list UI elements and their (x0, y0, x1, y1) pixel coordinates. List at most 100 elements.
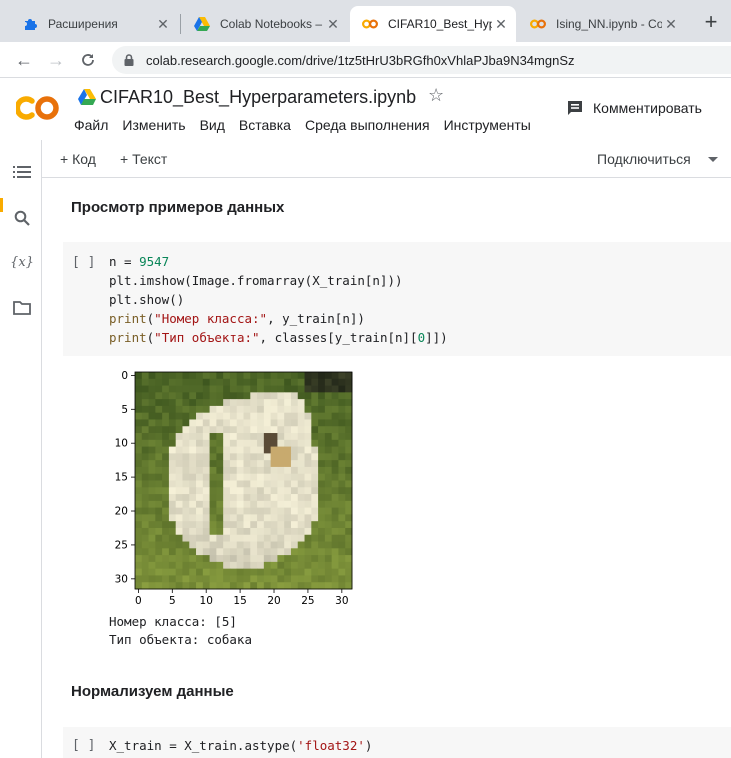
tab-cifar10[interactable]: CIFAR10_Best_Hype ✕ (350, 6, 516, 42)
menu-edit[interactable]: Изменить (122, 117, 185, 133)
image-pixel (318, 385, 326, 393)
image-pixel (223, 385, 231, 393)
menu-file[interactable]: Файл (74, 117, 108, 133)
image-pixel (263, 378, 272, 386)
star-icon[interactable]: ☆ (428, 85, 444, 106)
image-pixel (243, 426, 251, 434)
image-pixel (182, 568, 190, 576)
image-pixel (162, 433, 170, 441)
image-pixel (243, 500, 251, 509)
image-pixel (202, 480, 210, 488)
image-pixel (270, 419, 278, 427)
image-pixel (270, 582, 278, 590)
image-pixel (148, 582, 156, 590)
add-code-button[interactable]: + Код (60, 151, 96, 167)
image-pixel (175, 453, 183, 461)
image-pixel (229, 521, 238, 529)
tab-colab-notebooks[interactable]: Colab Notebooks – ✕ (182, 6, 348, 42)
search-icon[interactable] (12, 208, 32, 228)
colab-logo[interactable] (16, 93, 60, 123)
add-text-button[interactable]: + Текст (120, 151, 167, 167)
close-tab-icon[interactable]: ✕ (492, 16, 510, 33)
notebook-title[interactable]: CIFAR10_Best_Hyperparameters.ipynb (100, 87, 416, 108)
back-icon[interactable]: ← (12, 48, 36, 72)
image-pixel (250, 494, 258, 502)
image-pixel (155, 460, 163, 468)
image-pixel (196, 487, 204, 495)
image-pixel (182, 555, 190, 563)
image-pixel (324, 500, 333, 509)
image-pixel (135, 446, 143, 454)
image-pixel (290, 405, 299, 414)
variables-icon[interactable]: {x} (10, 252, 34, 272)
image-pixel (202, 575, 210, 583)
image-pixel (243, 405, 251, 414)
image-pixel (311, 575, 319, 583)
new-tab-button[interactable]: + (698, 10, 724, 36)
image-pixel (263, 399, 272, 407)
image-pixel (162, 521, 170, 529)
image-pixel (141, 439, 149, 447)
image-pixel (223, 541, 231, 549)
image-pixel (196, 500, 204, 509)
image-pixel (243, 514, 251, 522)
image-pixel (175, 399, 183, 407)
code-editor[interactable]: X_train = X_train.astype('float32') (109, 736, 372, 755)
folder-icon[interactable] (12, 298, 32, 318)
image-pixel (304, 582, 312, 590)
close-tab-icon[interactable]: ✕ (662, 16, 680, 33)
chevron-down-icon[interactable] (708, 157, 718, 162)
table-of-contents-icon[interactable] (12, 162, 32, 182)
connect-button[interactable]: Подключиться (597, 151, 691, 167)
code-cell[interactable]: [ ] n = 9547 plt.imshow(Image.fromarray(X… (63, 242, 731, 356)
run-cell-button[interactable]: [ ] (72, 738, 95, 753)
image-pixel (236, 555, 244, 563)
forward-icon[interactable]: → (44, 48, 68, 72)
image-pixel (324, 378, 333, 386)
image-pixel (311, 555, 319, 563)
code-cell[interactable]: [ ] X_train = X_train.astype('float32') (63, 727, 731, 758)
image-pixel (168, 426, 177, 434)
tab-extensions[interactable]: Расширения ✕ (10, 6, 178, 42)
image-pixel (311, 480, 319, 488)
tab-title: Colab Notebooks – (220, 17, 323, 31)
comment-button[interactable]: Комментировать (566, 99, 702, 117)
image-pixel (216, 582, 224, 590)
image-pixel (141, 385, 149, 393)
image-pixel (236, 399, 244, 407)
image-pixel (345, 426, 353, 434)
image-pixel (168, 405, 177, 414)
output-line: Тип объекта: собака (109, 632, 252, 647)
image-pixel (345, 412, 353, 420)
reload-icon[interactable] (76, 48, 100, 72)
close-tab-icon[interactable]: ✕ (324, 16, 342, 33)
close-tab-icon[interactable]: ✕ (154, 16, 172, 33)
image-pixel (182, 548, 190, 556)
run-cell-button[interactable]: [ ] (72, 255, 95, 270)
image-pixel (257, 555, 265, 563)
image-pixel (202, 514, 210, 522)
image-pixel (148, 466, 156, 475)
image-pixel (297, 378, 305, 386)
menu-tools[interactable]: Инструменты (444, 117, 531, 133)
image-pixel (202, 527, 210, 536)
menu-view[interactable]: Вид (200, 117, 225, 133)
image-pixel (290, 521, 299, 529)
image-pixel (263, 439, 272, 447)
image-pixel (135, 555, 143, 563)
menu-insert[interactable]: Вставка (239, 117, 291, 133)
comment-label: Комментировать (593, 100, 702, 116)
drive-icon[interactable] (78, 89, 96, 105)
menu-runtime[interactable]: Среда выполнения (305, 117, 430, 133)
tab-ising-nn[interactable]: Ising_NN.ipynb - Co ✕ (518, 6, 686, 42)
image-pixel (141, 534, 149, 542)
image-pixel (338, 521, 346, 529)
address-bar[interactable]: colab.research.google.com/drive/1tz5tHrU… (112, 46, 731, 74)
image-pixel (168, 514, 177, 522)
code-editor[interactable]: n = 9547 plt.imshow(Image.fromarray(X_tra… (109, 252, 448, 347)
image-pixel (168, 419, 177, 427)
image-pixel (257, 419, 265, 427)
image-pixel (243, 534, 251, 542)
image-pixel (223, 582, 231, 590)
image-pixel (284, 439, 292, 447)
